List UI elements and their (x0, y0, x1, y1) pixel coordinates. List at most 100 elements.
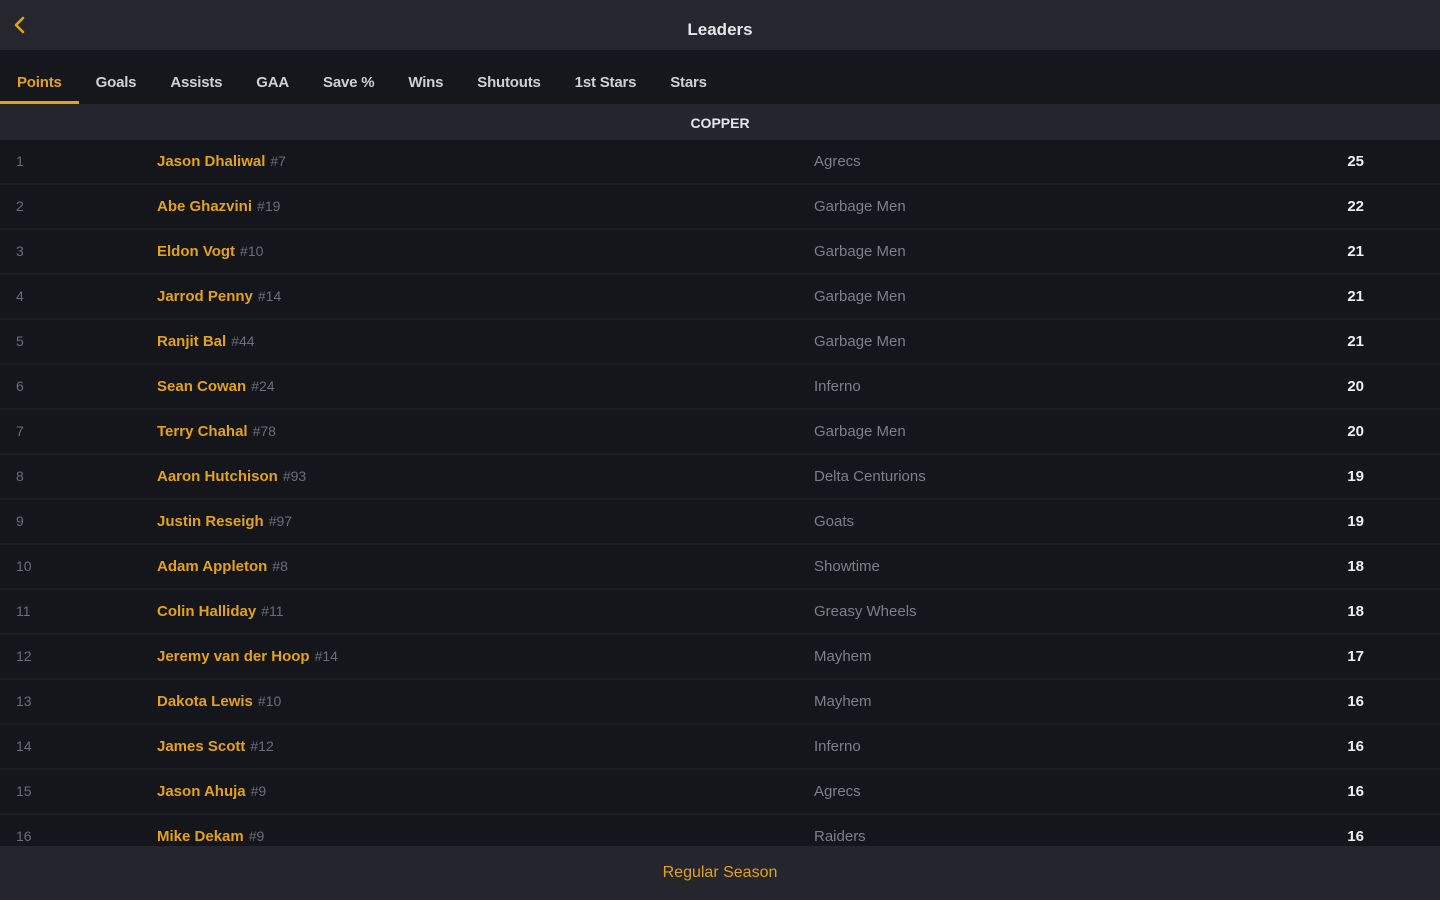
player-name[interactable]: Abe Ghazvini (157, 198, 252, 215)
leader-row[interactable]: 15 Jason Ahuja #9 Agrecs 16 (0, 770, 1440, 815)
player-name[interactable]: Aaron Hutchison (157, 468, 278, 485)
team-name: Agrecs (814, 153, 861, 170)
tab-points[interactable]: Points (0, 50, 79, 104)
player-link[interactable]: Eldon Vogt #10 (157, 230, 263, 273)
tab-assists[interactable]: Assists (153, 50, 239, 104)
rank-number: 3 (16, 243, 24, 259)
team-name: Greasy Wheels (814, 603, 917, 620)
season-selector[interactable]: Regular Season (0, 846, 1440, 900)
player-link[interactable]: Mike Dekam #9 (157, 815, 264, 846)
jersey-number: #10 (257, 693, 282, 709)
player-name[interactable]: Ranjit Bal (157, 333, 226, 350)
stat-value: 19 (1347, 513, 1364, 530)
rank-number: 4 (16, 288, 24, 304)
player-link[interactable]: Aaron Hutchison #93 (157, 455, 306, 498)
leader-row[interactable]: 2 Abe Ghazvini #19 Garbage Men 22 (0, 185, 1440, 230)
player-name[interactable]: Jarrod Penny (157, 288, 253, 305)
stat-value: 21 (1347, 243, 1364, 260)
leader-row[interactable]: 7 Terry Chahal #78 Garbage Men 20 (0, 410, 1440, 455)
leader-row[interactable]: 5 Ranjit Bal #44 Garbage Men 21 (0, 320, 1440, 365)
tab-wins[interactable]: Wins (391, 50, 460, 104)
player-link[interactable]: Adam Appleton #8 (157, 545, 288, 588)
leader-row[interactable]: 11 Colin Halliday #11 Greasy Wheels 18 (0, 590, 1440, 635)
stat-value: 25 (1347, 153, 1364, 170)
player-link[interactable]: Jarrod Penny #14 (157, 275, 281, 318)
leader-row[interactable]: 6 Sean Cowan #24 Inferno 20 (0, 365, 1440, 410)
team-name: Garbage Men (814, 423, 906, 440)
player-name[interactable]: Dakota Lewis (157, 693, 253, 710)
stat-value: 17 (1347, 648, 1364, 665)
rank-number: 9 (16, 513, 24, 529)
rank-number: 8 (16, 468, 24, 484)
player-link[interactable]: Sean Cowan #24 (157, 365, 275, 408)
player-name[interactable]: Jeremy van der Hoop (157, 648, 310, 665)
player-name[interactable]: Jason Ahuja (157, 783, 246, 800)
leader-row[interactable]: 3 Eldon Vogt #10 Garbage Men 21 (0, 230, 1440, 275)
leader-row[interactable]: 1 Jason Dhaliwal #7 Agrecs 25 (0, 140, 1440, 185)
jersey-number: #10 (240, 243, 264, 259)
jersey-number: #9 (250, 783, 267, 799)
division-header: COPPER (0, 104, 1440, 140)
rank-number: 1 (16, 153, 24, 169)
leader-row[interactable]: 13 Dakota Lewis #10 Mayhem 16 (0, 680, 1440, 725)
team-name: Garbage Men (814, 198, 906, 215)
leader-row[interactable]: 14 James Scott #12 Inferno 16 (0, 725, 1440, 770)
leader-row[interactable]: 10 Adam Appleton #8 Showtime 18 (0, 545, 1440, 590)
rank-number: 14 (16, 738, 32, 754)
player-name[interactable]: Terry Chahal (157, 423, 248, 440)
team-name: Delta Centurions (814, 468, 926, 485)
stat-value: 20 (1347, 378, 1364, 395)
player-link[interactable]: Jason Ahuja #9 (157, 770, 266, 813)
player-link[interactable]: Terry Chahal #78 (157, 410, 276, 453)
leader-row[interactable]: 12 Jeremy van der Hoop #14 Mayhem 17 (0, 635, 1440, 680)
leader-row[interactable]: 16 Mike Dekam #9 Raiders 16 (0, 815, 1440, 846)
stat-value: 18 (1347, 603, 1364, 620)
stat-value: 16 (1347, 738, 1364, 755)
stat-value: 20 (1347, 423, 1364, 440)
tab-stars[interactable]: Stars (653, 50, 724, 104)
rank-number: 6 (16, 378, 24, 394)
stat-value: 22 (1347, 198, 1364, 215)
rank-number: 12 (16, 648, 32, 664)
player-link[interactable]: James Scott #12 (157, 725, 274, 768)
player-link[interactable]: Jeremy van der Hoop #14 (157, 635, 338, 678)
player-link[interactable]: Justin Reseigh #97 (157, 500, 292, 543)
team-name: Showtime (814, 558, 880, 575)
rank-number: 2 (16, 198, 24, 214)
team-name: Garbage Men (814, 333, 906, 350)
player-link[interactable]: Jason Dhaliwal #7 (157, 140, 286, 183)
jersey-number: #11 (261, 603, 284, 619)
team-name: Mayhem (814, 648, 872, 665)
player-link[interactable]: Ranjit Bal #44 (157, 320, 255, 363)
stat-value: 16 (1347, 783, 1364, 800)
jersey-number: #93 (282, 468, 307, 484)
player-name[interactable]: Mike Dekam (157, 828, 244, 845)
tab-gaa[interactable]: GAA (239, 50, 306, 104)
rank-number: 13 (16, 693, 32, 709)
rank-number: 11 (16, 603, 31, 619)
rank-number: 10 (16, 558, 32, 574)
jersey-number: #14 (314, 648, 338, 664)
stat-value: 21 (1347, 333, 1364, 350)
tab-shutouts[interactable]: Shutouts (460, 50, 557, 104)
player-name[interactable]: Jason Dhaliwal (157, 153, 265, 170)
tab-1st-stars[interactable]: 1st Stars (558, 50, 654, 104)
jersey-number: #8 (272, 558, 288, 574)
tab-save[interactable]: Save % (306, 50, 391, 104)
team-name: Inferno (814, 378, 861, 395)
player-name[interactable]: Adam Appleton (157, 558, 267, 575)
leader-row[interactable]: 8 Aaron Hutchison #93 Delta Centurions 19 (0, 455, 1440, 500)
player-name[interactable]: James Scott (157, 738, 245, 755)
player-name[interactable]: Justin Reseigh (157, 513, 264, 530)
player-name[interactable]: Sean Cowan (157, 378, 246, 395)
player-link[interactable]: Dakota Lewis #10 (157, 680, 281, 723)
tab-goals[interactable]: Goals (79, 50, 154, 104)
player-link[interactable]: Colin Halliday #11 (157, 590, 284, 633)
player-name[interactable]: Eldon Vogt (157, 243, 235, 260)
leader-row[interactable]: 4 Jarrod Penny #14 Garbage Men 21 (0, 275, 1440, 320)
player-name[interactable]: Colin Halliday (157, 603, 256, 620)
player-link[interactable]: Abe Ghazvini #19 (157, 185, 280, 228)
leaders-list[interactable]: 1 Jason Dhaliwal #7 Agrecs 25 2 Abe Ghazvini #1… (0, 140, 1440, 846)
leader-row[interactable]: 9 Justin Reseigh #97 Goats 19 (0, 500, 1440, 545)
jersey-number: #44 (231, 333, 255, 349)
